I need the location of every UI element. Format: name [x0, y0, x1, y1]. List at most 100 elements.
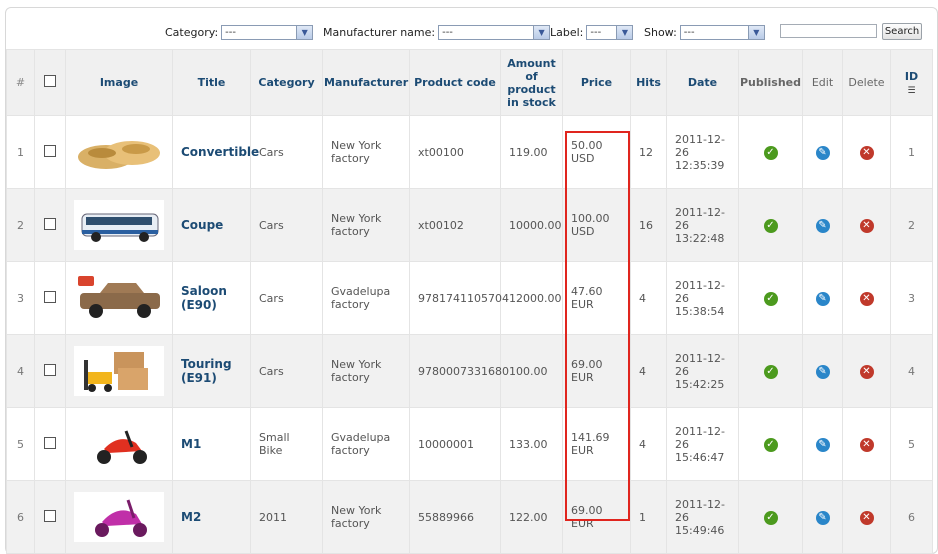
product-image[interactable]	[74, 419, 164, 469]
sort-icon: ☰	[907, 85, 916, 96]
row-number: 1	[6, 115, 35, 189]
x-circle-icon[interactable]: ✕	[859, 145, 874, 160]
table-row: 4 Touring (E91) Cars New York factory 978000…	[6, 334, 933, 408]
pencil-icon[interactable]: ✎	[815, 218, 830, 233]
product-manufacturer: New York factory	[322, 188, 410, 262]
product-price: 50.00 USD	[562, 115, 631, 189]
x-circle-icon[interactable]: ✕	[859, 291, 874, 306]
row-checkbox[interactable]	[44, 217, 56, 230]
show-select[interactable]: --- ▼	[679, 25, 765, 40]
product-price: 141.69 EUR	[562, 407, 631, 481]
product-code: 10000001	[409, 407, 501, 481]
delete-cell: ✕	[842, 480, 891, 554]
column-hits[interactable]: Hits	[630, 49, 667, 116]
row-select-cell	[34, 261, 66, 335]
product-hits: 4	[630, 407, 667, 481]
row-select-cell	[34, 407, 66, 481]
product-id: 1	[890, 115, 933, 189]
product-manufacturer: New York factory	[322, 480, 410, 554]
x-circle-icon[interactable]: ✕	[859, 218, 874, 233]
column-stock[interactable]: Amount of product in stock	[500, 49, 563, 116]
product-title-link[interactable]: Touring (E91)	[172, 334, 251, 408]
column-product-code[interactable]: Product code	[409, 49, 501, 116]
pencil-icon[interactable]: ✎	[815, 364, 830, 379]
category-select[interactable]: --- ▼	[221, 25, 314, 40]
manufacturer-select[interactable]: --- ▼	[438, 25, 551, 40]
product-title-link[interactable]: Coupe	[172, 188, 251, 262]
published-cell: ✓	[738, 261, 803, 335]
pencil-icon[interactable]: ✎	[815, 291, 830, 306]
product-image-cell	[65, 407, 173, 481]
product-date: 2011-12-26 15:42:25	[666, 334, 739, 408]
product-image[interactable]	[74, 200, 164, 250]
product-title-link[interactable]: M1	[172, 407, 251, 481]
product-image-cell	[65, 188, 173, 262]
product-title-link[interactable]: Convertible	[172, 115, 259, 189]
column-id[interactable]: ID ☰	[890, 49, 933, 116]
column-manufacturer[interactable]: Manufacturer	[322, 49, 410, 116]
column-title[interactable]: Title	[172, 49, 251, 116]
x-circle-icon[interactable]: ✕	[859, 510, 874, 525]
table-row: 5 M1 Small Bike Gvadelupa factory 10000001 13…	[6, 407, 933, 481]
edit-cell: ✎	[802, 115, 843, 189]
delete-cell: ✕	[842, 261, 891, 335]
product-date: 2011-12-26 12:35:39	[666, 115, 739, 189]
row-select-cell	[34, 334, 66, 408]
edit-cell: ✎	[802, 188, 843, 262]
row-checkbox[interactable]	[44, 509, 56, 522]
column-price[interactable]: Price	[562, 49, 631, 116]
product-date: 2011-12-26 15:49:46	[666, 480, 739, 554]
delete-cell: ✕	[842, 115, 891, 189]
product-image-cell	[65, 480, 173, 554]
product-id: 2	[890, 188, 933, 262]
delete-cell: ✕	[842, 188, 891, 262]
product-code: xt00102	[409, 188, 501, 262]
column-image[interactable]: Image	[65, 49, 173, 116]
product-category: Cars	[250, 334, 323, 408]
product-stock: 100.00	[500, 334, 563, 408]
row-checkbox[interactable]	[44, 436, 56, 449]
column-published[interactable]: Published	[738, 49, 803, 116]
label-select[interactable]: --- ▼	[586, 25, 634, 40]
pencil-icon[interactable]: ✎	[815, 510, 830, 525]
manufacturer-filter-label: Manufacturer name:	[323, 26, 436, 39]
pencil-icon[interactable]: ✎	[815, 437, 830, 452]
check-circle-icon[interactable]: ✓	[763, 218, 778, 233]
column-category[interactable]: Category	[250, 49, 323, 116]
select-all-checkbox[interactable]	[44, 75, 56, 87]
published-cell: ✓	[738, 115, 803, 189]
row-checkbox[interactable]	[44, 290, 56, 303]
column-date[interactable]: Date	[666, 49, 739, 116]
column-select-all	[34, 49, 66, 116]
row-number: 5	[6, 407, 35, 481]
product-manufacturer: Gvadelupa factory	[322, 261, 410, 335]
pencil-icon[interactable]: ✎	[815, 145, 830, 160]
product-code: 55889966	[409, 480, 501, 554]
search-button[interactable]: Search	[882, 23, 922, 40]
check-circle-icon[interactable]: ✓	[763, 510, 778, 525]
column-id-label: ID	[904, 69, 919, 83]
column-delete: Delete	[842, 49, 891, 116]
product-manufacturer: New York factory	[322, 115, 410, 189]
row-checkbox[interactable]	[44, 363, 56, 376]
product-image[interactable]	[74, 492, 164, 542]
check-circle-icon[interactable]: ✓	[763, 145, 778, 160]
product-date: 2011-12-26 15:38:54	[666, 261, 739, 335]
check-circle-icon[interactable]: ✓	[763, 291, 778, 306]
product-image[interactable]	[74, 273, 164, 323]
column-edit: Edit	[802, 49, 843, 116]
row-number: 6	[6, 480, 35, 554]
published-cell: ✓	[738, 334, 803, 408]
x-circle-icon[interactable]: ✕	[859, 437, 874, 452]
check-circle-icon[interactable]: ✓	[763, 437, 778, 452]
product-title-link[interactable]: Saloon (E90)	[172, 261, 251, 335]
product-image-cell	[65, 334, 173, 408]
product-image[interactable]	[74, 127, 164, 177]
product-image[interactable]	[74, 346, 164, 396]
search-input[interactable]	[780, 24, 877, 38]
check-circle-icon[interactable]: ✓	[763, 364, 778, 379]
product-manufacturer: Gvadelupa factory	[322, 407, 410, 481]
row-checkbox[interactable]	[44, 144, 56, 157]
x-circle-icon[interactable]: ✕	[859, 364, 874, 379]
product-title-link[interactable]: M2	[172, 480, 251, 554]
